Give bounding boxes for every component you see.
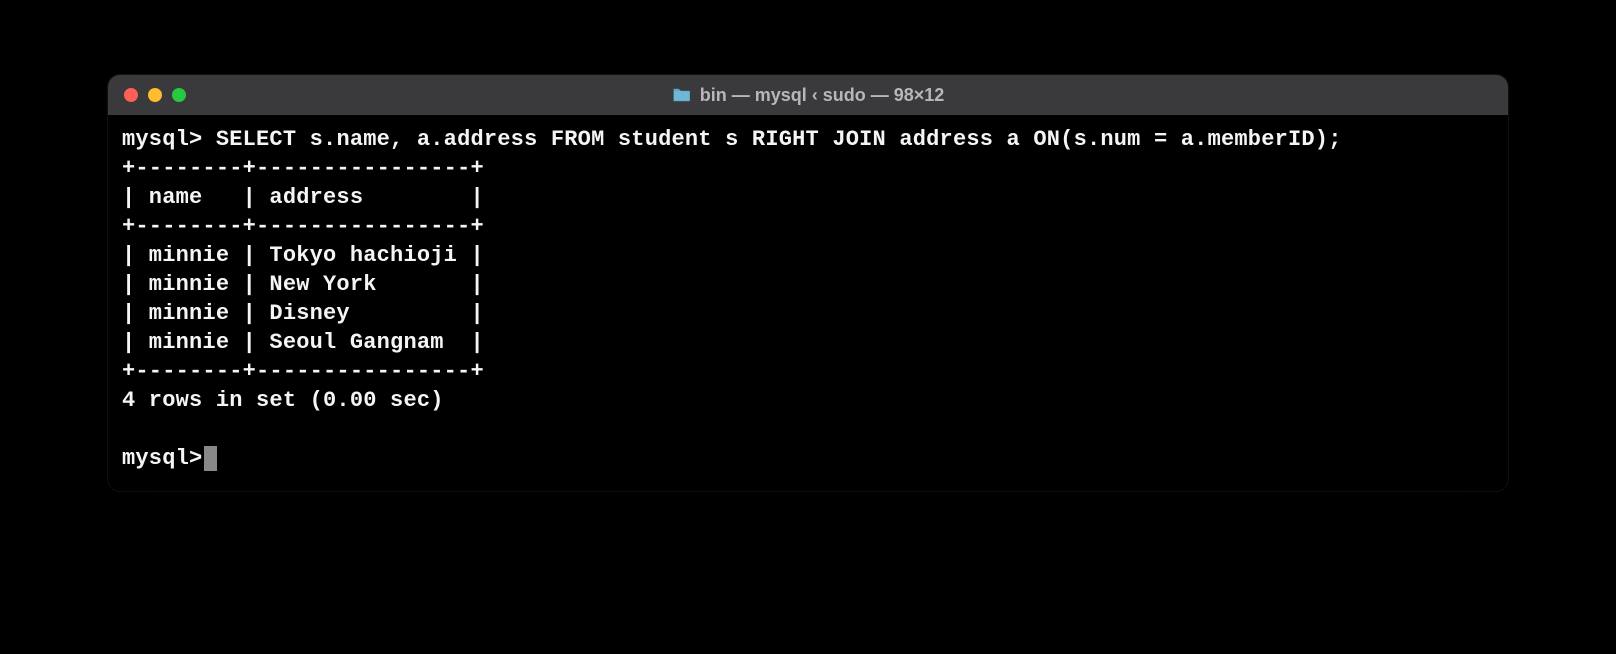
table-border-bottom: +--------+----------------+ bbox=[122, 359, 484, 384]
table-row: | minnie | Seoul Gangnam | bbox=[122, 330, 484, 355]
terminal-body[interactable]: mysql> SELECT s.name, a.address FROM stu… bbox=[108, 115, 1508, 491]
result-summary: 4 rows in set (0.00 sec) bbox=[122, 388, 444, 413]
minimize-button[interactable] bbox=[148, 88, 162, 102]
titlebar: bin — mysql ‹ sudo — 98×12 bbox=[108, 75, 1508, 115]
prompt: mysql> bbox=[122, 127, 202, 152]
table-border-mid: +--------+----------------+ bbox=[122, 214, 484, 239]
terminal-window: bin — mysql ‹ sudo — 98×12 mysql> SELECT… bbox=[108, 75, 1508, 491]
traffic-lights bbox=[124, 88, 186, 102]
maximize-button[interactable] bbox=[172, 88, 186, 102]
folder-icon bbox=[672, 87, 692, 103]
prompt: mysql> bbox=[122, 444, 202, 473]
window-title: bin — mysql ‹ sudo — 98×12 bbox=[672, 85, 945, 106]
table-row: | minnie | New York | bbox=[122, 272, 484, 297]
sql-query: SELECT s.name, a.address FROM student s … bbox=[216, 127, 1342, 152]
close-button[interactable] bbox=[124, 88, 138, 102]
table-header-row: | name | address | bbox=[122, 185, 484, 210]
cursor bbox=[204, 446, 217, 471]
table-border-top: +--------+----------------+ bbox=[122, 156, 484, 181]
table-row: | minnie | Tokyo hachioji | bbox=[122, 243, 484, 268]
table-row: | minnie | Disney | bbox=[122, 301, 484, 326]
window-title-text: bin — mysql ‹ sudo — 98×12 bbox=[700, 85, 945, 106]
